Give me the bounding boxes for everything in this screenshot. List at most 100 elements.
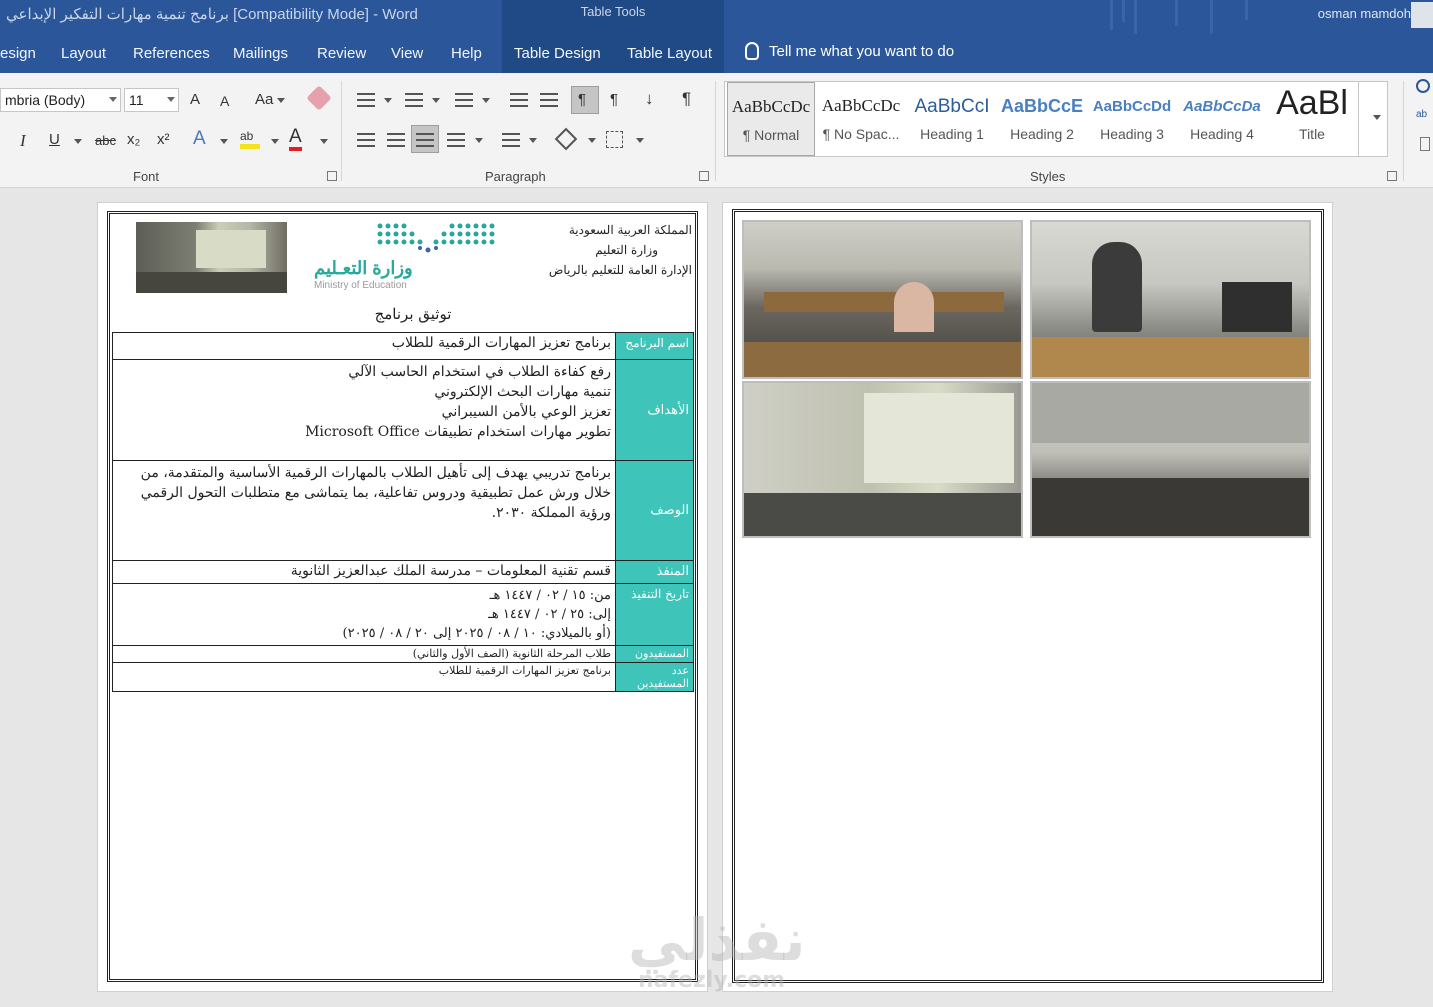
italic-button[interactable]: I [20, 131, 26, 151]
objectives-label: الأهداف [615, 359, 694, 461]
ltr-paragraph-icon: ¶ [578, 91, 587, 108]
lightbulb-icon [745, 42, 759, 60]
style-normal[interactable]: AaBbCcDc ¶ Normal [727, 82, 815, 156]
tab-table-layout[interactable]: Table Layout [627, 45, 712, 62]
ribbon: mbria (Body) 11 A A Aa I U abc x₂ x² A a… [0, 73, 1433, 188]
tab-references[interactable]: References [133, 45, 210, 62]
font-color-button[interactable]: A [289, 127, 302, 151]
change-case-button[interactable]: Aa [255, 91, 286, 108]
desk-row [1032, 478, 1309, 536]
grow-font-button[interactable]: A [190, 91, 200, 108]
show-formatting-icon[interactable]: ¶ [682, 89, 691, 109]
tab-review[interactable]: Review [317, 45, 366, 62]
paragraph-group-label: Paragraph [485, 169, 546, 184]
date-value[interactable]: من: ١٥ / ٠٢ / ١٤٤٧ هـ إلى: ٢٥ / ٠٢ / ١٤٤… [112, 583, 616, 646]
rtl-paragraph-icon[interactable]: ¶ [610, 91, 618, 108]
table-row: برنامج تعزيز المهارات الرقمية للطلاب عدد… [112, 662, 694, 692]
superscript-button[interactable]: x² [157, 131, 170, 148]
user-name[interactable]: osman mamdoh [1318, 6, 1411, 21]
highlight-icon[interactable]: ab [240, 129, 260, 149]
multilevel-list-icon[interactable] [455, 93, 473, 107]
font-size-value: 11 [129, 92, 144, 108]
style-no-spacing[interactable]: AaBbCcDc ¶ No Spac... [817, 82, 905, 156]
borders-icon[interactable] [606, 131, 623, 148]
chevron-down-icon[interactable] [271, 139, 279, 144]
tab-view[interactable]: View [391, 45, 423, 62]
avatar[interactable] [1411, 2, 1433, 28]
font-name-combo[interactable]: mbria (Body) [0, 88, 121, 112]
beneficiaries-count-value[interactable]: برنامج تعزيز المهارات الرقمية للطلاب [112, 662, 616, 692]
chevron-down-icon[interactable] [475, 138, 483, 143]
style-heading-3[interactable]: AaBbCcDd Heading 3 [1089, 82, 1175, 156]
chevron-down-icon[interactable] [109, 97, 117, 102]
style-heading-4[interactable]: AaBbCcDa Heading 4 [1179, 82, 1265, 156]
objectives-value[interactable]: رفع كفاءة الطلاب في استخدام الحاسب الآلي… [112, 359, 616, 461]
description-value[interactable]: برنامج تدريبي يهدف إلى تأهيل الطلاب بالم… [112, 460, 616, 561]
workshop-photo [1030, 381, 1311, 538]
numbering-icon[interactable] [405, 93, 423, 107]
tell-me-search[interactable]: Tell me what you want to do [745, 42, 954, 60]
tab-design[interactable]: esign [0, 45, 36, 62]
shrink-font-button[interactable]: A [220, 93, 229, 109]
styles-more-button[interactable] [1358, 81, 1388, 157]
decrease-indent-icon[interactable] [510, 93, 528, 107]
chevron-down-icon[interactable] [636, 138, 644, 143]
sort-icon[interactable]: ↓ [645, 89, 654, 109]
chevron-down-icon[interactable] [588, 138, 596, 143]
table-row: رفع كفاءة الطلاب في استخدام الحاسب الآلي… [112, 359, 694, 461]
align-left-icon[interactable] [357, 133, 375, 147]
font-dialog-launcher[interactable] [327, 171, 337, 181]
projector-screen [864, 393, 1014, 483]
window-title: برنامج تنمية مهارات التفكير الإبداعي [Co… [6, 6, 418, 23]
text-effects-icon[interactable]: A [193, 128, 206, 150]
tab-table-design[interactable]: Table Design [514, 45, 601, 62]
style-name: Heading 2 [1010, 126, 1074, 142]
style-sample: AaBl [1276, 84, 1348, 122]
executor-value[interactable]: قسم تقنية المعلومات – مدرسة الملك عبدالع… [112, 560, 616, 584]
title-decoration [1122, 0, 1125, 22]
chevron-down-icon[interactable] [482, 98, 490, 103]
subscript-button[interactable]: x₂ [127, 131, 140, 148]
chevron-down-icon[interactable] [320, 139, 328, 144]
tab-help[interactable]: Help [451, 45, 482, 62]
chevron-down-icon[interactable] [432, 98, 440, 103]
chevron-down-icon [277, 97, 286, 103]
letterhead-line: المملكة العربية السعودية [568, 223, 692, 237]
program-name-value[interactable]: برنامج تعزيز المهارات الرقمية للطلاب [112, 332, 616, 360]
style-sample: AaBbCcDc [731, 97, 811, 116]
style-sample: AaBbCcE [1000, 96, 1084, 116]
underline-button[interactable]: U [49, 131, 60, 148]
beneficiaries-count-label: عدد المستفيدين [615, 662, 694, 692]
watermark-text: نفذلي [628, 906, 806, 974]
tab-mailings[interactable]: Mailings [233, 45, 288, 62]
chevron-down-icon[interactable] [529, 138, 537, 143]
window-strip [1032, 383, 1309, 443]
find-icon[interactable] [1416, 79, 1430, 93]
style-heading-2[interactable]: AaBbCcE Heading 2 [999, 82, 1085, 156]
ministry-name-ar: وزارة التعـليم [314, 258, 413, 278]
styles-dialog-launcher[interactable] [1387, 171, 1397, 181]
font-size-combo[interactable]: 11 [124, 88, 179, 112]
bullets-icon[interactable] [357, 93, 375, 107]
style-title[interactable]: AaBl Title [1271, 82, 1353, 156]
strikethrough-button[interactable]: abc [95, 133, 116, 148]
tab-layout[interactable]: Layout [61, 45, 106, 62]
chevron-down-icon[interactable] [74, 139, 82, 144]
workshop-photo [1030, 220, 1311, 379]
clear-formatting-icon[interactable] [306, 85, 332, 111]
align-center-icon[interactable] [387, 133, 405, 147]
replace-icon[interactable]: ab [1416, 109, 1427, 120]
style-heading-1[interactable]: AaBbCcI Heading 1 [909, 82, 995, 156]
chevron-down-icon[interactable] [167, 97, 175, 102]
increase-indent-icon[interactable] [540, 93, 558, 107]
line-spacing-icon[interactable] [502, 133, 520, 147]
beneficiaries-value[interactable]: طلاب المرحلة الثانوية (الصف الأول والثان… [112, 645, 616, 663]
chevron-down-icon[interactable] [384, 98, 392, 103]
shading-icon[interactable] [554, 127, 578, 151]
chevron-down-icon[interactable] [220, 139, 228, 144]
ribbon-tabs: esign Layout References Mailings Review … [0, 34, 1433, 73]
justify-icon[interactable] [447, 133, 465, 147]
select-cursor-icon[interactable] [1420, 137, 1430, 151]
program-name-label: اسم البرنامج [615, 332, 694, 360]
paragraph-dialog-launcher[interactable] [699, 171, 709, 181]
